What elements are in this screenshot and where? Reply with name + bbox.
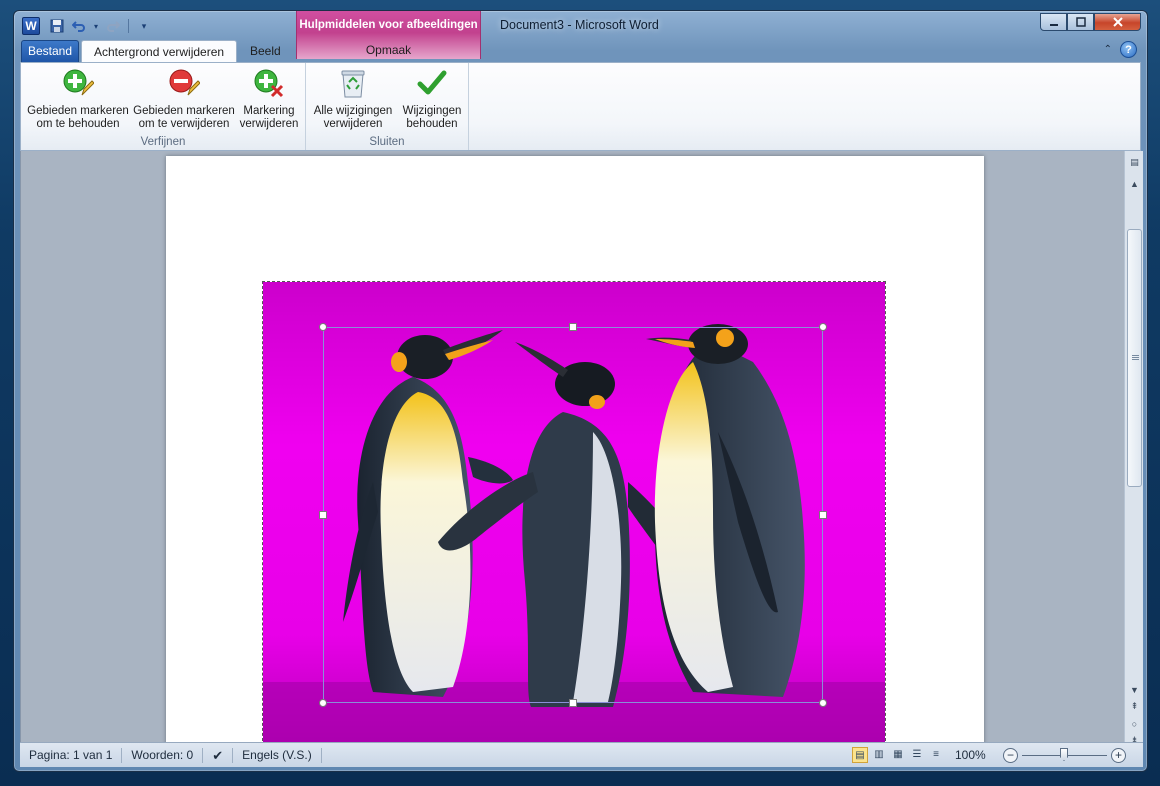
mark-keep-label: Gebieden markeren om te behouden: [27, 105, 129, 130]
delete-mark-button[interactable]: Markering verwijderen: [235, 67, 303, 131]
undo-icon[interactable]: [70, 17, 88, 35]
browse-object-icon[interactable]: ○: [1126, 717, 1143, 731]
resize-handle-bottom-right[interactable]: [819, 699, 827, 707]
keep-changes-button[interactable]: Wijzigingen behouden: [398, 67, 466, 131]
title-bar: W ▾ ▾ Hulpmiddelen voor afbeeldingen Opm…: [14, 11, 1147, 59]
recycle-bin-icon: [341, 70, 365, 98]
minimize-button[interactable]: [1040, 13, 1067, 31]
resize-handle-left[interactable]: [319, 511, 327, 519]
ribbon: Gebieden markeren om te behouden Gebiede…: [20, 62, 1141, 151]
mark-areas-to-remove-button[interactable]: Gebieden markeren om te verwijderen: [131, 67, 237, 131]
group-refine-label: Verfijnen: [140, 136, 186, 148]
scroll-up-icon[interactable]: ▲: [1126, 177, 1143, 191]
word-app-icon[interactable]: W: [22, 17, 40, 35]
scroll-down-icon[interactable]: ▼: [1126, 683, 1143, 697]
document-page[interactable]: [166, 156, 984, 743]
checkmark-icon: [417, 70, 447, 95]
close-button[interactable]: [1094, 13, 1141, 31]
keep-changes-label: Wijzigingen behouden: [402, 105, 462, 130]
resize-handle-bottom[interactable]: [569, 699, 577, 707]
scroll-thumb[interactable]: [1127, 229, 1142, 487]
save-icon[interactable]: [48, 17, 66, 35]
keep-area-marquee[interactable]: [323, 327, 823, 703]
delete-mark-label: Markering verwijderen: [239, 105, 299, 130]
document-area: [20, 151, 1124, 743]
ribbon-right-controls: ⌃ ?: [1104, 41, 1137, 58]
ribbon-tab-row: Bestand Achtergrond verwijderen Beeld ⌃ …: [20, 40, 1141, 63]
proofing-icon[interactable]: ✔: [203, 747, 234, 763]
tab-background-removal[interactable]: Achtergrond verwijderen: [81, 40, 238, 63]
ruler-toggle-icon[interactable]: ▤: [1126, 155, 1143, 169]
zoom-slider-thumb[interactable]: [1060, 748, 1068, 761]
language-indicator[interactable]: Engels (V.S.): [233, 747, 322, 763]
customize-qat-icon[interactable]: ▾: [135, 17, 153, 35]
window-title: Document3 - Microsoft Word: [500, 18, 659, 32]
qat-separator: [128, 19, 129, 33]
discard-all-changes-button[interactable]: Alle wijzigingen verwijderen: [308, 67, 398, 131]
previous-page-icon[interactable]: ⇞: [1126, 699, 1143, 713]
print-layout-icon[interactable]: ▤: [852, 747, 868, 763]
maximize-button[interactable]: [1067, 13, 1094, 31]
zoom-out-icon[interactable]: −: [1003, 748, 1018, 763]
word-window: W ▾ ▾ Hulpmiddelen voor afbeeldingen Opm…: [13, 10, 1148, 772]
view-shortcuts: ▤ ▥ ▦ ☰ ≡: [852, 747, 944, 763]
window-controls: [1040, 13, 1141, 31]
tab-view[interactable]: Beeld: [238, 40, 293, 63]
contextual-group-title: Hulpmiddelen voor afbeeldingen: [299, 19, 478, 31]
page-count[interactable]: Pagina: 1 van 1: [20, 747, 123, 763]
minus-pencil-icon: [169, 69, 200, 96]
scroll-grip: [1132, 355, 1139, 356]
discard-label: Alle wijzigingen verwijderen: [313, 105, 393, 130]
quick-access-toolbar: ▾ ▾: [48, 17, 153, 35]
help-icon[interactable]: ?: [1120, 41, 1137, 58]
status-bar: Pagina: 1 van 1 Woorden: 0 ✔ Engels (V.S…: [20, 742, 1143, 767]
resize-handle-right[interactable]: [819, 511, 827, 519]
group-close: Alle wijzigingen verwijderen Wijzigingen…: [306, 63, 469, 150]
mark-areas-to-keep-button[interactable]: Gebieden markeren om te behouden: [25, 67, 131, 131]
vertical-scrollbar[interactable]: ▤ ▲ ▼ ⇞ ○ ⇟: [1124, 151, 1143, 745]
zoom-in-icon[interactable]: +: [1111, 748, 1126, 763]
word-count[interactable]: Woorden: 0: [122, 747, 204, 763]
redo-icon[interactable]: [104, 17, 122, 35]
outline-view-icon[interactable]: ☰: [909, 747, 925, 763]
minimize-ribbon-icon[interactable]: ⌃: [1104, 44, 1112, 55]
picture-frame[interactable]: [262, 281, 886, 743]
zoom-percentage[interactable]: 100%: [955, 748, 986, 762]
resize-handle-bottom-left[interactable]: [319, 699, 327, 707]
group-refine: Gebieden markeren om te behouden Gebiede…: [21, 63, 306, 150]
web-layout-icon[interactable]: ▦: [890, 747, 906, 763]
resize-handle-top-right[interactable]: [819, 323, 827, 331]
delete-mark-icon: [254, 69, 284, 98]
draft-view-icon[interactable]: ≡: [928, 747, 944, 763]
plus-pencil-icon: [63, 69, 94, 96]
resize-handle-top[interactable]: [569, 323, 577, 331]
resize-handle-top-left[interactable]: [319, 323, 327, 331]
mark-remove-label: Gebieden markeren om te verwijderen: [133, 105, 235, 130]
undo-dropdown-icon[interactable]: ▾: [92, 17, 100, 35]
full-screen-reading-icon[interactable]: ▥: [871, 747, 887, 763]
tab-file[interactable]: Bestand: [21, 40, 79, 62]
group-close-label: Sluiten: [369, 136, 405, 148]
